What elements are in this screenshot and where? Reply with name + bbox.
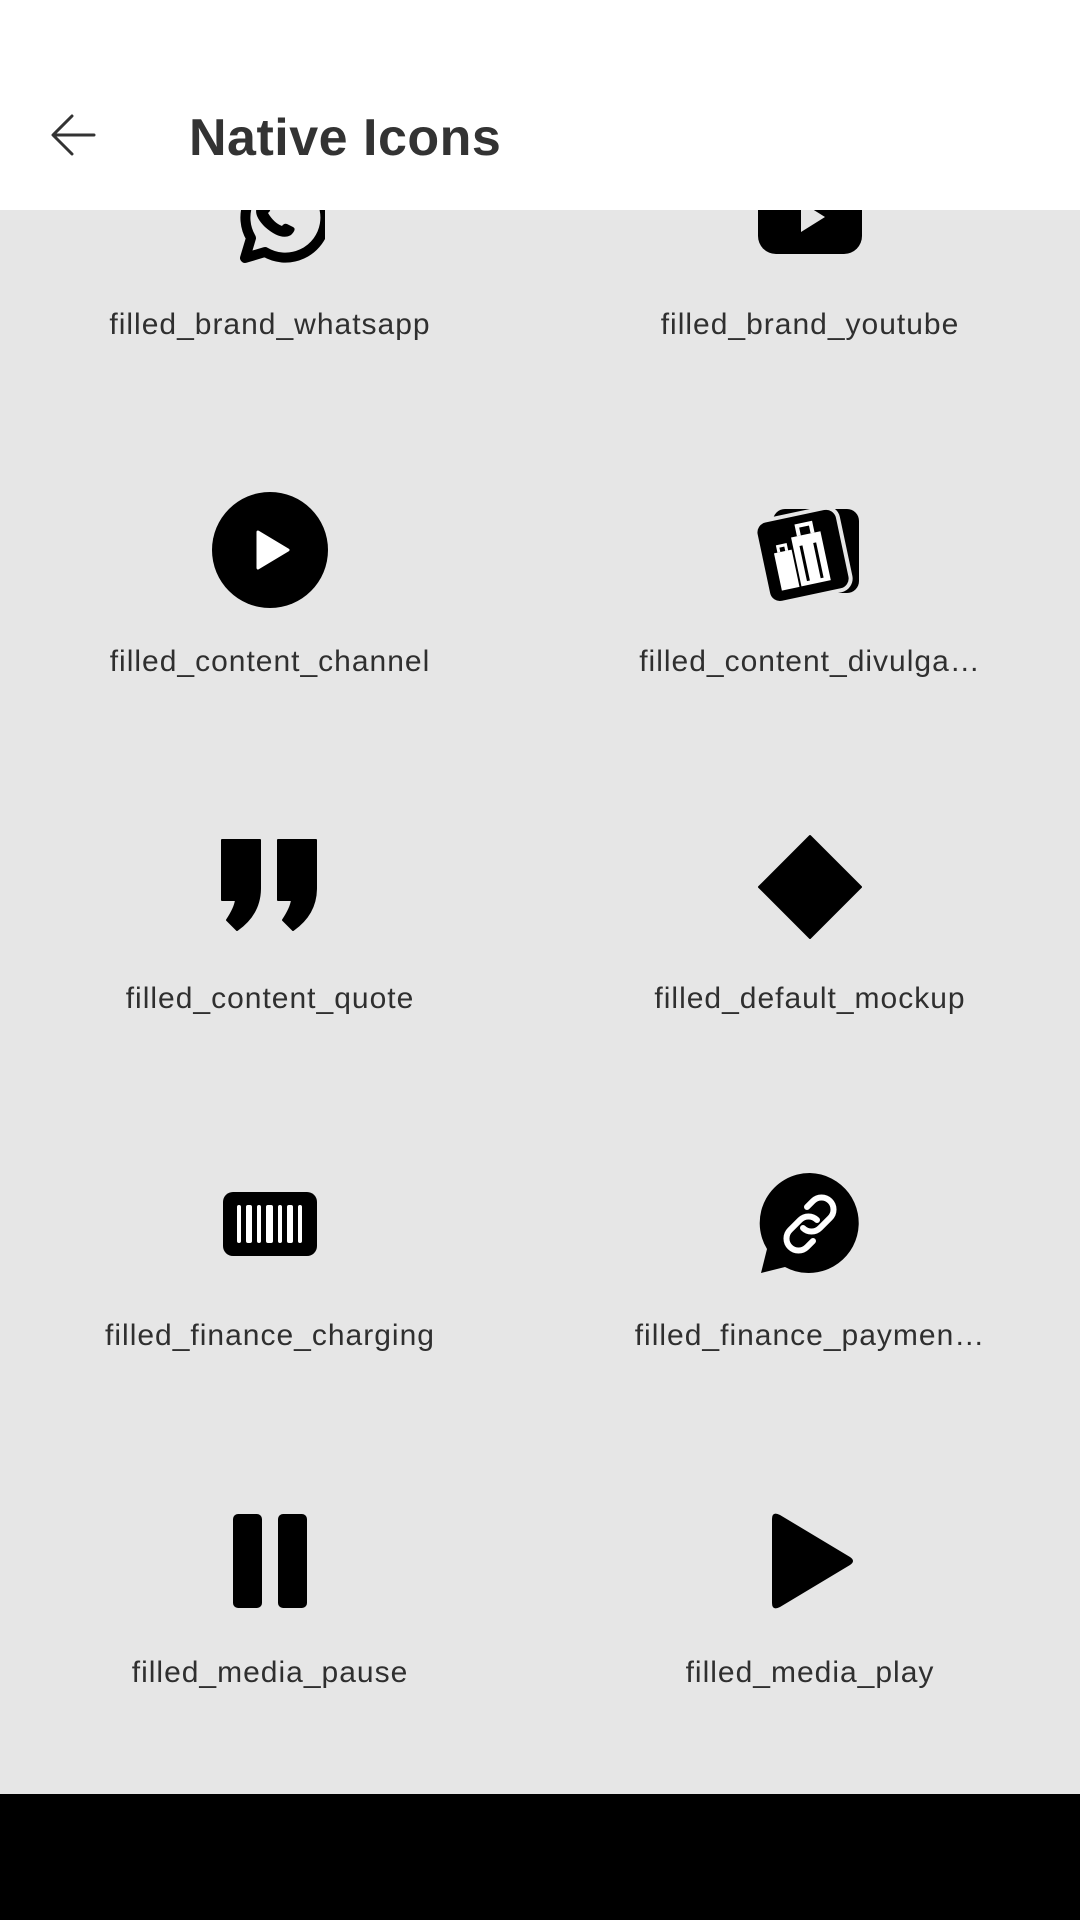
- whatsapp-icon: [210, 210, 330, 273]
- youtube-icon: [750, 210, 870, 273]
- play-icon: [750, 1501, 870, 1621]
- pause-icon: [210, 1501, 330, 1621]
- icon-item-whatsapp[interactable]: filled_brand_whatsapp: [0, 210, 540, 420]
- icon-label: filled_content_channel: [109, 645, 431, 678]
- icon-label: filled_brand_youtube: [660, 308, 960, 341]
- icon-item-media-pause[interactable]: filled_media_pause: [0, 1431, 540, 1768]
- icon-label: filled_media_pause: [131, 1656, 409, 1689]
- icon-item-content-quote[interactable]: filled_content_quote: [0, 757, 540, 1094]
- icon-item-default-mockup[interactable]: filled_default_mockup: [540, 757, 1080, 1094]
- icon-list[interactable]: filled_brand_whatsapp filled_brand_youtu…: [0, 210, 1080, 1794]
- icon-item-media-play[interactable]: filled_media_play: [540, 1431, 1080, 1768]
- icon-item-content-divulga[interactable]: filled_content_divulga…: [540, 420, 1080, 757]
- icon-label: filled_finance_paymen…: [634, 1319, 986, 1352]
- icon-label: filled_default_mockup: [654, 982, 966, 1015]
- icon-label: filled_finance_charging: [105, 1319, 435, 1352]
- icon-label: filled_media_play: [685, 1656, 935, 1689]
- system-navigation-bar: [0, 1794, 1080, 1920]
- barcode-icon: [210, 1164, 330, 1284]
- app-bar: Native Icons: [0, 0, 1080, 210]
- icon-item-finance-charging[interactable]: filled_finance_charging: [0, 1094, 540, 1431]
- icon-item-finance-payment[interactable]: filled_finance_paymen…: [540, 1094, 1080, 1431]
- link-chat-icon: [750, 1164, 870, 1284]
- arrow-left-icon: [51, 114, 96, 156]
- icon-item-youtube[interactable]: filled_brand_youtube: [540, 210, 1080, 420]
- page-title: Native Icons: [189, 109, 502, 167]
- quote-icon: [210, 827, 330, 947]
- icon-label: filled_brand_whatsapp: [109, 308, 431, 341]
- diamond-icon: [750, 827, 870, 947]
- icon-grid: filled_brand_whatsapp filled_brand_youtu…: [0, 210, 1080, 1768]
- play-circle-icon: [210, 490, 330, 610]
- icon-label: filled_content_quote: [125, 982, 415, 1015]
- icon-item-content-channel[interactable]: filled_content_channel: [0, 420, 540, 757]
- shopping-bags-icon: [750, 490, 870, 610]
- icon-label: filled_content_divulga…: [639, 645, 981, 678]
- back-button[interactable]: [38, 100, 108, 170]
